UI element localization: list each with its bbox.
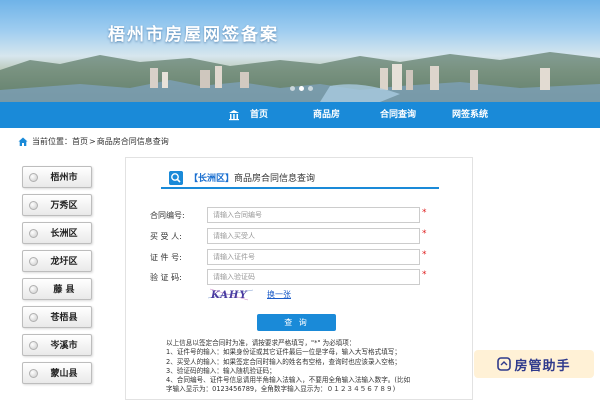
- panel-title-text: 商品房合同信息查询: [234, 174, 316, 184]
- sidebar-item-changzhou[interactable]: 长洲区: [22, 222, 92, 244]
- panel-header: 【长洲区】商品房合同信息查询: [161, 167, 439, 189]
- instruction-line: 3、验证码的输入：输入随机验证码；: [166, 366, 276, 375]
- instruction-line: 以上信息以签定合同时为准，请按要求严格填写，"*" 为必填项：: [166, 339, 356, 347]
- district-name: 【长洲区】: [189, 174, 235, 184]
- required-mark: *: [422, 208, 427, 218]
- nav-home[interactable]: 首页: [250, 102, 268, 128]
- sidebar-item-label: 梧州市: [50, 173, 78, 183]
- instruction-line: 字输入显示为：0123456789，全角数字输入显示为：０１２３４５６７８９): [166, 385, 396, 394]
- captcha-input[interactable]: [207, 269, 420, 285]
- instruction-line: 1、证件号的输入：如果身份证或其它证件最后一位是字母，输入大写格式填写；: [166, 348, 401, 357]
- sidebar-item-cenxi[interactable]: 岑溪市: [22, 334, 92, 356]
- sidebar-item-wuzhou[interactable]: 梧州市: [22, 166, 92, 188]
- contract-number-label: 合同编号:: [150, 211, 185, 220]
- carousel-dot[interactable]: [290, 86, 295, 91]
- id-number-input[interactable]: [207, 249, 420, 265]
- carousel-dot[interactable]: [308, 86, 313, 91]
- carousel-dot-active[interactable]: [299, 86, 304, 91]
- nav-online-signing-system[interactable]: 网签系统: [452, 102, 488, 128]
- breadcrumb: 当前位置： 首页 > 商品房合同信息查询: [18, 135, 169, 149]
- panel-title: 【长洲区】商品房合同信息查询: [189, 171, 315, 184]
- refresh-captcha-link[interactable]: 换一张: [267, 289, 291, 300]
- bullet-icon: [29, 201, 38, 210]
- buyer-label: 买 受 人:: [150, 232, 182, 241]
- search-icon: [169, 171, 183, 185]
- bullet-icon: [29, 369, 38, 378]
- sidebar-item-tengxian[interactable]: 藤 县: [22, 278, 92, 300]
- bullet-icon: [29, 229, 38, 238]
- sidebar-item-label: 苍梧县: [50, 313, 78, 323]
- sidebar-item-label: 龙圩区: [50, 257, 78, 267]
- banner-title: 梧州市房屋网签备案: [108, 25, 279, 45]
- contract-query-panel: 【长洲区】商品房合同信息查询 合同编号: * 买 受 人: * 证 件 号: *…: [125, 157, 473, 400]
- nav-commercial-housing[interactable]: 商品房: [313, 102, 340, 128]
- home-icon: [18, 137, 28, 146]
- instruction-line: 2、买受人的输入：如果签定合同时输入的姓名有空格，查询时也应该录入空格；: [166, 357, 401, 366]
- id-number-label: 证 件 号:: [150, 253, 182, 262]
- nav-contract-query[interactable]: 合同查询: [380, 102, 416, 128]
- bullet-icon: [29, 173, 38, 182]
- header-banner: 梧州市房屋网签备案: [0, 0, 600, 102]
- sidebar-item-label: 藤 县: [53, 285, 75, 295]
- watermark: 房管助手: [474, 350, 594, 378]
- home-building-icon: [229, 110, 239, 121]
- sidebar-item-label: 蒙山县: [50, 369, 78, 379]
- breadcrumb-separator: >: [89, 137, 96, 146]
- watermark-text: 房管助手: [514, 358, 571, 374]
- buyer-input[interactable]: [207, 228, 420, 244]
- top-nav: 首页 商品房 合同查询 网签系统: [0, 102, 600, 128]
- breadcrumb-current: 商品房合同信息查询: [96, 137, 169, 146]
- sidebar-item-wanxiu[interactable]: 万秀区: [22, 194, 92, 216]
- bullet-icon: [29, 313, 38, 322]
- bullet-icon: [29, 257, 38, 266]
- instructions: 以上信息以签定合同时为准，请按要求严格填写，"*" 为必填项： 1、证件号的输入…: [166, 339, 466, 395]
- required-mark: *: [422, 229, 427, 239]
- breadcrumb-prefix: 当前位置：: [32, 137, 72, 146]
- breadcrumb-home-link[interactable]: 首页: [72, 135, 88, 149]
- bullet-icon: [29, 341, 38, 350]
- sidebar-item-label: 岑溪市: [50, 341, 78, 351]
- carousel-dots[interactable]: [290, 86, 313, 91]
- required-mark: *: [422, 270, 427, 280]
- house-manager-logo-icon: [497, 357, 512, 371]
- sidebar-item-label: 长洲区: [50, 229, 78, 239]
- required-mark: *: [422, 250, 427, 260]
- contract-number-input[interactable]: [207, 207, 420, 223]
- sidebar-item-cangwu[interactable]: 苍梧县: [22, 306, 92, 328]
- captcha-label: 验 证 码:: [150, 273, 182, 282]
- captcha-image[interactable]: KAHY: [208, 286, 253, 302]
- bullet-icon: [29, 285, 38, 294]
- captcha-text: KAHY: [210, 290, 248, 301]
- query-button[interactable]: 查 询: [257, 314, 336, 331]
- sidebar-item-longxu[interactable]: 龙圩区: [22, 250, 92, 272]
- sidebar-item-label: 万秀区: [50, 201, 78, 211]
- sidebar-item-mengshan[interactable]: 蒙山县: [22, 362, 92, 384]
